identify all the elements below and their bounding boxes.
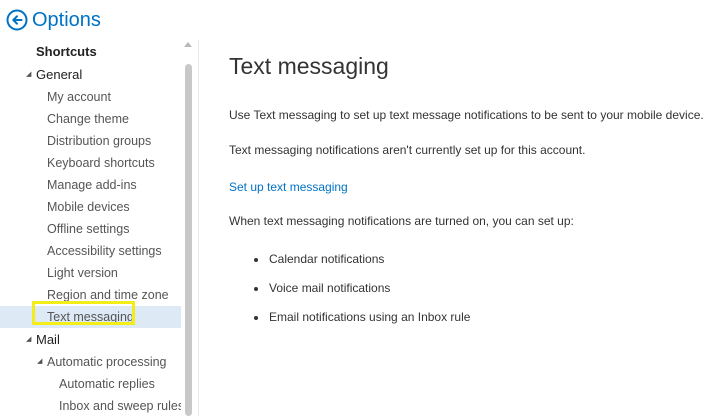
sidebar-item-label: Shortcuts <box>36 44 97 59</box>
sidebar-item-light-version[interactable]: Light version <box>0 262 181 284</box>
sidebar-item-label: Manage add-ins <box>47 178 137 192</box>
sidebar-item-mail[interactable]: ◢ Mail <box>0 329 181 351</box>
sidebar-item-label: Accessibility settings <box>47 244 162 258</box>
sidebar-item-manage-add-ins[interactable]: Manage add-ins <box>0 174 181 196</box>
sidebar-item-my-account[interactable]: My account <box>0 86 181 108</box>
sidebar-item-label: Mobile devices <box>47 200 130 214</box>
options-sidebar: Shortcuts ◢ General My account Change th… <box>0 40 181 416</box>
pane-divider <box>198 40 199 416</box>
bullet-icon <box>254 316 258 320</box>
sidebar-item-automatic-processing[interactable]: ◢ Automatic processing <box>0 351 181 373</box>
intro-text: Use Text messaging to set up text messag… <box>229 108 704 122</box>
back-button[interactable]: Options <box>6 9 101 31</box>
sidebar-item-change-theme[interactable]: Change theme <box>0 108 181 130</box>
bullet-icon <box>254 258 258 262</box>
expanded-caret-icon: ◢ <box>26 336 32 343</box>
sidebar-item-automatic-replies[interactable]: Automatic replies <box>0 373 181 395</box>
sidebar-scrollbar[interactable] <box>182 40 194 416</box>
sidebar-item-distribution-groups[interactable]: Distribution groups <box>0 130 181 152</box>
sidebar-item-label: Offline settings <box>47 222 130 236</box>
sidebar-item-accessibility-settings[interactable]: Accessibility settings <box>0 240 181 262</box>
sidebar-item-label: Mail <box>36 332 60 347</box>
sidebar-item-keyboard-shortcuts[interactable]: Keyboard shortcuts <box>0 152 181 174</box>
sidebar-item-label: General <box>36 67 83 82</box>
sidebar-item-label: My account <box>47 90 111 104</box>
status-text: Text messaging notifications aren't curr… <box>229 143 586 157</box>
sidebar-item-label: Automatic processing <box>47 355 167 369</box>
sidebar-item-inbox-and-sweep-rules[interactable]: Inbox and sweep rules <box>0 395 181 416</box>
page-title: Text messaging <box>229 53 389 79</box>
sidebar-item-shortcuts[interactable]: Shortcuts <box>0 41 181 63</box>
sidebar-item-text-messaging[interactable]: Text messaging <box>0 306 181 328</box>
sidebar-item-label: Change theme <box>47 112 130 126</box>
expanded-caret-icon: ◢ <box>26 71 32 78</box>
scrollbar-thumb[interactable] <box>185 64 192 416</box>
sidebar-item-general[interactable]: ◢ General <box>0 64 181 86</box>
back-arrow-icon <box>6 9 28 31</box>
sidebar-item-mobile-devices[interactable]: Mobile devices <box>0 196 181 218</box>
scroll-up-arrow-icon[interactable] <box>184 42 192 47</box>
sidebar-item-label: Inbox and sweep rules <box>59 399 181 413</box>
bullet-icon <box>254 287 258 291</box>
options-header: Options <box>0 0 709 40</box>
sidebar-item-region-and-time-zone[interactable]: Region and time zone <box>0 284 181 306</box>
set-up-text-messaging-link[interactable]: Set up text messaging <box>229 180 348 194</box>
sidebar-item-label: Automatic replies <box>59 377 155 391</box>
sidebar-item-label: Region and time zone <box>47 288 169 302</box>
expanded-caret-icon: ◢ <box>37 358 43 365</box>
sidebar-item-label: Distribution groups <box>47 134 152 148</box>
sidebar-item-offline-settings[interactable]: Offline settings <box>0 218 181 240</box>
sidebar-item-label: Light version <box>47 266 118 280</box>
options-app: Options Shortcuts ◢ General My account C… <box>0 0 709 416</box>
when-on-text: When text messaging notifications are tu… <box>229 214 574 228</box>
page-header-title: Options <box>32 9 101 31</box>
sidebar-item-label: Text messaging <box>47 310 134 324</box>
sidebar-item-label: Keyboard shortcuts <box>47 156 155 170</box>
